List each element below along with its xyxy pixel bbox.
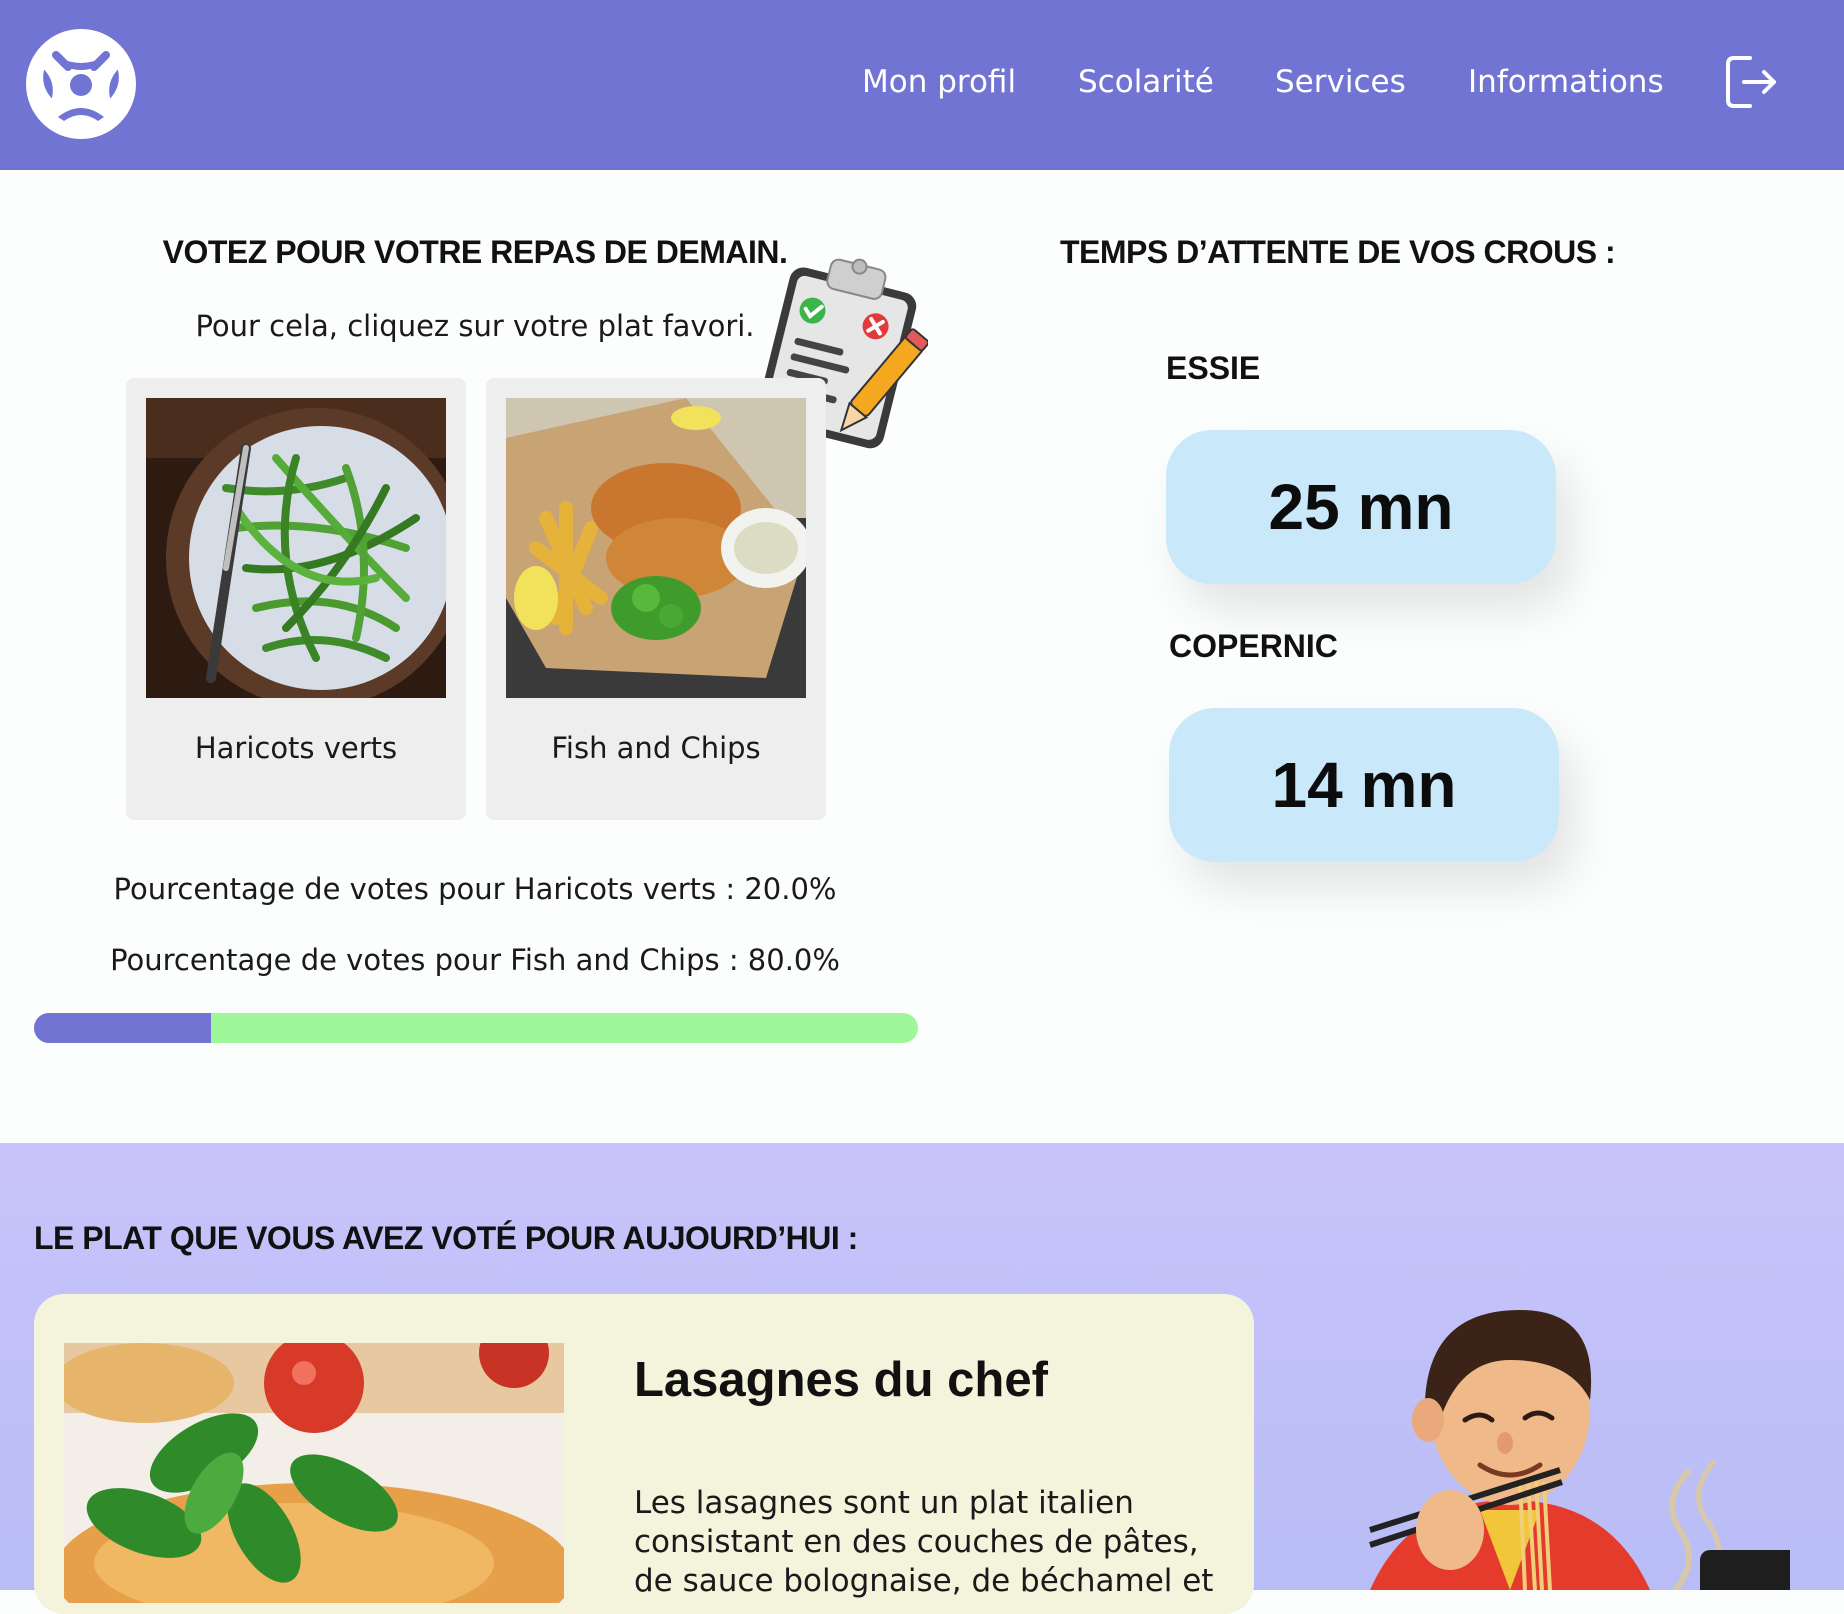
angry-face-logo[interactable] — [26, 29, 136, 139]
wait-time-essie: 25 mn — [1166, 430, 1556, 584]
wait-time-copernic: 14 mn — [1169, 708, 1559, 862]
dish-name: Haricots verts — [194, 731, 398, 765]
campus-name-copernic: COPERNIC — [1169, 628, 1338, 664]
chef-eating-noodles-illustration — [1330, 1300, 1800, 1600]
vote-percentage-fish-and-chips: Pourcentage de votes pour Fish and Chips… — [110, 943, 840, 977]
wait-times-title: TEMPS D’ATTENTE DE VOS CROUS : — [1060, 234, 1616, 270]
today-meal-title: LE PLAT QUE VOUS AVEZ VOTÉ POUR AUJOURD’… — [34, 1220, 858, 1256]
today-meal-card: Lasagnes du chef Les lasagnes sont un pl… — [34, 1294, 1254, 1614]
nav-scolarite[interactable]: Scolarité — [1078, 64, 1214, 100]
dish-card-fish-and-chips[interactable]: Fish and Chips — [486, 378, 826, 820]
dish-card-haricots-verts[interactable]: Haricots verts — [126, 378, 466, 820]
logout-icon[interactable] — [1722, 52, 1782, 116]
vote-progress-fill — [34, 1013, 211, 1043]
nav-informations[interactable]: Informations — [1468, 64, 1664, 100]
top-navbar: Mon profil Scolarité Services Informatio… — [0, 0, 1844, 170]
meal-image-lasagnes — [64, 1343, 564, 1603]
dish-image-haricots-verts — [146, 398, 446, 698]
nav-services[interactable]: Services — [1275, 64, 1406, 100]
meal-description: Les lasagnes sont un plat italien consis… — [634, 1485, 1214, 1599]
dish-name: Fish and Chips — [551, 731, 761, 765]
nav-mon-profil[interactable]: Mon profil — [862, 64, 1016, 100]
dish-image-fish-and-chips — [506, 398, 806, 698]
vote-percentage-haricots-verts: Pourcentage de votes pour Haricots verts… — [113, 872, 837, 906]
campus-name-essie: ESSIE — [1166, 350, 1261, 386]
vote-progress-bar — [34, 1013, 918, 1043]
meal-name: Lasagnes du chef — [634, 1353, 1048, 1407]
